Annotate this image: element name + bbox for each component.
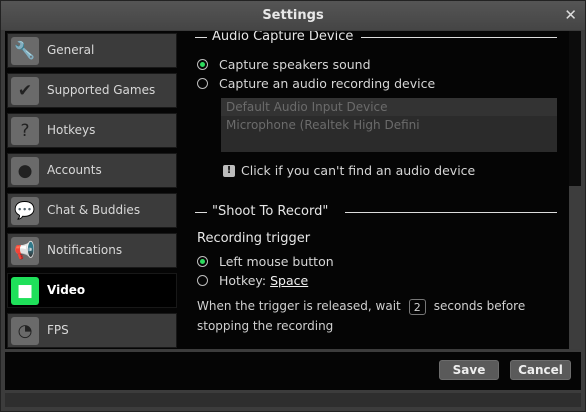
sidebar-item-notifications[interactable]: 📢 Notifications [7, 233, 177, 268]
video-camera-icon: ■ [11, 277, 39, 305]
audio-device-list[interactable]: Default Audio Input Device Microphone (R… [221, 98, 557, 152]
sidebar-item-fps[interactable]: ◔ FPS [7, 313, 177, 348]
checkmark-icon: ✔ [11, 77, 39, 105]
sidebar-item-general[interactable]: 🔧 General [7, 33, 177, 68]
content-scrollbar[interactable] [569, 31, 581, 349]
warning-icon: ! [223, 164, 235, 177]
recording-trigger-label: Recording trigger [197, 231, 311, 246]
wait-prefix-text: When the trigger is released, wait [197, 299, 401, 313]
radio-capture-device[interactable]: Capture an audio recording device [197, 76, 435, 92]
header-dash [195, 212, 207, 213]
dialog-footer: Save Cancel [5, 352, 581, 390]
sidebar-item-label: Notifications [47, 243, 123, 257]
device-item[interactable]: Microphone (Realtek High Defini [221, 116, 557, 134]
sidebar-item-label: General [47, 43, 95, 57]
fps-gauge-icon: ◔ [11, 317, 39, 345]
radio-button[interactable] [197, 78, 208, 89]
header-rule [361, 37, 557, 38]
sidebar-item-chat-buddies[interactable]: 💬 Chat & Buddies [7, 193, 177, 228]
sidebar-item-label: Video [47, 283, 86, 297]
radio-label: Left mouse button [219, 254, 334, 269]
wrench-icon: 🔧 [11, 37, 39, 65]
radio-label: Capture speakers sound [219, 57, 371, 72]
sidebar: 🔧 General ✔ Supported Games ? Hotkeys ● … [5, 31, 177, 349]
chat-bubbles-icon: 💬 [11, 197, 39, 225]
radio-hotkey[interactable]: Hotkey: Space [197, 273, 308, 289]
sidebar-item-label: Accounts [47, 163, 102, 177]
window-title: Settings [262, 8, 324, 23]
user-icon: ● [11, 157, 39, 185]
megaphone-icon: 📢 [11, 237, 39, 265]
shoot-to-record-header: "Shoot To Record" [195, 204, 557, 222]
radio-button-checked[interactable] [197, 256, 208, 267]
radio-button-checked[interactable] [197, 59, 208, 70]
trigger-release-setting: When the trigger is released, wait 2 secon… [197, 296, 557, 336]
audio-capture-header: Audio Capture Device [195, 31, 557, 47]
header-dash [195, 37, 207, 38]
audio-device-help-link[interactable]: ! Click if you can't find an audio device [223, 163, 475, 179]
bottom-edge [5, 393, 581, 407]
header-rule [345, 212, 557, 213]
device-item[interactable]: Default Audio Input Device [221, 98, 557, 116]
cancel-button[interactable]: Cancel [510, 360, 571, 380]
shoot-to-record-title: "Shoot To Record" [212, 204, 329, 219]
radio-capture-speakers[interactable]: Capture speakers sound [197, 57, 371, 73]
close-icon[interactable]: ✕ [564, 1, 577, 30]
hotkey-value-link[interactable]: Space [270, 273, 308, 288]
radio-button[interactable] [197, 275, 208, 286]
audio-capture-title: Audio Capture Device [212, 31, 354, 44]
settings-window: Settings ✕ 🔧 General ✔ Supported Games ?… [0, 0, 586, 412]
radio-left-mouse[interactable]: Left mouse button [197, 254, 334, 270]
radio-label: Capture an audio recording device [219, 76, 436, 91]
sidebar-item-label: Hotkeys [47, 123, 96, 137]
save-button[interactable]: Save [439, 360, 499, 380]
sidebar-item-label: Chat & Buddies [47, 203, 141, 217]
sidebar-item-supported-games[interactable]: ✔ Supported Games [7, 73, 177, 108]
sidebar-item-label: Supported Games [47, 83, 156, 97]
scrollbar-thumb[interactable] [569, 186, 581, 349]
settings-body: 🔧 General ✔ Supported Games ? Hotkeys ● … [5, 31, 581, 349]
video-settings-panel: Audio Capture Device Capture speakers so… [182, 31, 570, 349]
wait-seconds-input[interactable]: 2 [408, 298, 426, 315]
help-text: Click if you can't find an audio device [241, 163, 476, 178]
sidebar-item-hotkeys[interactable]: ? Hotkeys [7, 113, 177, 148]
sidebar-item-video[interactable]: ■ Video [7, 273, 177, 308]
sidebar-item-label: FPS [47, 323, 69, 337]
title-bar: Settings ✕ [1, 1, 585, 30]
hotkey-question-icon: ? [11, 117, 39, 145]
radio-label: Hotkey: [219, 273, 267, 288]
sidebar-item-accounts[interactable]: ● Accounts [7, 153, 177, 188]
